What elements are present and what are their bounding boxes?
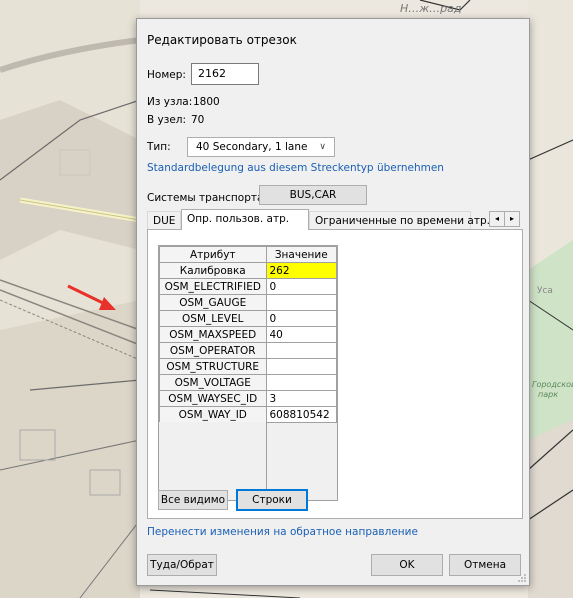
tab-user-attributes[interactable]: Опр. пользов. атр. <box>181 209 309 230</box>
attribute-name-cell[interactable]: Калибровка <box>159 262 267 279</box>
attribute-value-cell[interactable] <box>265 374 337 391</box>
attribute-name-cell[interactable]: OSM_VOLTAGE <box>159 374 267 391</box>
attribute-name-cell[interactable]: OSM_OPERATOR <box>159 342 267 359</box>
table-row: OSM_ELECTRIFIED 0 <box>159 278 337 295</box>
attribute-name-cell[interactable]: OSM_MAXSPEED <box>159 326 267 343</box>
attribute-name-cell[interactable]: OSM_WAY_ID <box>159 406 267 423</box>
table-row: OSM_WAY_ID 608810542 <box>159 406 337 423</box>
attribute-name-cell[interactable]: OSM_STRUCTURE <box>159 358 267 375</box>
all-visible-button[interactable]: Все видимо <box>158 490 228 510</box>
tab-time-varying-attributes[interactable]: Ограниченные по времени атр. <box>309 211 490 229</box>
table-row: OSM_STRUCTURE <box>159 358 337 375</box>
rows-button[interactable]: Строки <box>236 489 308 511</box>
attribute-value-cell[interactable]: 3 <box>265 390 337 407</box>
map-label-right-2: Городской <box>532 380 573 389</box>
table-row: Калибровка 262 <box>159 262 337 279</box>
tab-strip: DUE Опр. пользов. атр. Ограниченные по в… <box>147 209 523 230</box>
edit-link-dialog: Редактировать отрезок Номер: 2162 Из узл… <box>136 18 530 586</box>
attribute-value-cell[interactable]: 0 <box>265 310 337 327</box>
table-row: OSM_VOLTAGE <box>159 374 337 391</box>
attribute-value-cell[interactable] <box>265 294 337 311</box>
map-label-top: Н…ж…рад <box>400 2 462 15</box>
cancel-button[interactable]: Отмена <box>449 554 521 576</box>
table-row: OSM_WAYSEC_ID 3 <box>159 390 337 407</box>
transfer-to-reverse-link[interactable]: Перенести изменения на обратное направле… <box>147 526 418 538</box>
attribute-value-cell[interactable]: 608810542 <box>265 406 337 423</box>
type-select-value: 40 Secondary, 1 lane <box>196 141 308 153</box>
attribute-value-cell-selected[interactable]: 262 <box>265 262 337 279</box>
ok-button[interactable]: OK <box>371 554 443 576</box>
standard-assignment-link[interactable]: Standardbelegung aus diesem Streckentyp … <box>147 162 444 174</box>
tsys-button[interactable]: BUS,CAR <box>259 185 367 205</box>
type-select[interactable]: 40 Secondary, 1 lane ∨ <box>187 137 335 157</box>
tab-scroll-right-button[interactable]: ▸ <box>504 211 520 227</box>
attribute-name-cell[interactable]: OSM_ELECTRIFIED <box>159 278 267 295</box>
type-label: Тип: <box>147 141 171 153</box>
table-row: OSM_LEVEL 0 <box>159 310 337 327</box>
table-row: OSM_OPERATOR <box>159 342 337 359</box>
attribute-value-cell[interactable]: 40 <box>265 326 337 343</box>
attribute-name-cell[interactable]: OSM_GAUGE <box>159 294 267 311</box>
to-node-label: В узел: <box>147 114 187 126</box>
number-field[interactable]: 2162 <box>191 63 259 85</box>
dialog-title: Редактировать отрезок <box>147 33 297 47</box>
number-label: Номер: <box>147 69 186 81</box>
table-row: OSM_GAUGE <box>159 294 337 311</box>
tab-scroll-left-button[interactable]: ◂ <box>489 211 505 227</box>
attribute-value-cell[interactable] <box>265 342 337 359</box>
table-row: OSM_MAXSPEED 40 <box>159 326 337 343</box>
map-label-right-1: Уса <box>537 286 553 296</box>
resize-grip-icon[interactable] <box>517 573 527 583</box>
reverse-direction-button[interactable]: Туда/Обрат <box>147 554 217 576</box>
from-node-label: Из узла: <box>147 96 193 108</box>
to-node-value: 70 <box>191 114 205 126</box>
attribute-name-cell[interactable]: OSM_WAYSEC_ID <box>159 390 267 407</box>
table-header-row: Атрибут Значение <box>159 246 337 263</box>
attribute-value-cell[interactable] <box>265 358 337 375</box>
chevron-down-icon: ∨ <box>319 142 326 152</box>
attribute-grid[interactable]: Атрибут Значение Калибровка 262 OSM_ELEC… <box>158 245 338 501</box>
tab-due[interactable]: DUE <box>147 211 181 229</box>
from-node-value: 1800 <box>193 96 220 108</box>
tab-panel-user-attributes: Атрибут Значение Калибровка 262 OSM_ELEC… <box>147 229 523 519</box>
map-label-right-3: парк <box>538 390 558 399</box>
attribute-name-cell[interactable]: OSM_LEVEL <box>159 310 267 327</box>
header-attribute[interactable]: Атрибут <box>159 246 267 263</box>
tsys-label: Системы транспорта: <box>147 192 267 204</box>
attribute-table: Атрибут Значение Калибровка 262 OSM_ELEC… <box>159 246 337 423</box>
attribute-value-cell[interactable]: 0 <box>265 278 337 295</box>
header-value[interactable]: Значение <box>265 246 337 263</box>
